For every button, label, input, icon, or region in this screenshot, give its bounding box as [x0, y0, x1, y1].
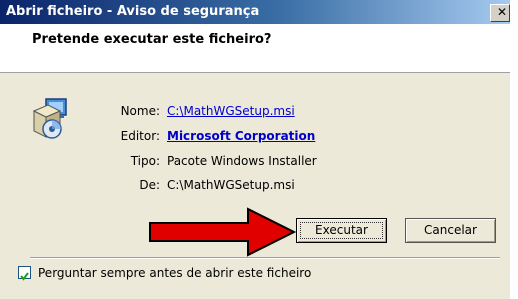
name-label: Nome: — [120, 104, 160, 118]
source-path-value: C:\MathWGSetup.msi — [167, 178, 295, 192]
always-ask-checkbox[interactable] — [18, 266, 31, 281]
separator — [30, 257, 500, 259]
red-arrow-icon — [149, 207, 297, 257]
windows-installer-package-icon — [32, 98, 67, 139]
title-bar[interactable]: Abrir ficheiro - Aviso de segurança ✕ — [0, 0, 510, 24]
type-label: Tipo: — [130, 154, 160, 168]
cancel-button[interactable]: Cancelar — [405, 218, 496, 243]
file-type-value: Pacote Windows Installer — [167, 154, 317, 168]
from-label: De: — [139, 178, 160, 192]
window-title: Abrir ficheiro - Aviso de segurança — [6, 4, 260, 19]
dialog-question: Pretende executar este ficheiro? — [32, 32, 272, 47]
close-button[interactable]: ✕ — [490, 4, 510, 22]
close-icon: ✕ — [497, 5, 508, 19]
publisher-label: Editor: — [120, 129, 160, 143]
run-button[interactable]: Executar — [296, 218, 387, 243]
background-strip — [510, 0, 518, 299]
publisher-link[interactable]: Microsoft Corporation — [167, 129, 315, 143]
file-name-link[interactable]: C:\MathWGSetup.msi — [167, 104, 295, 118]
checkmark-icon — [20, 272, 29, 281]
security-warning-dialog: Abrir ficheiro - Aviso de segurança ✕ Pr… — [0, 0, 510, 299]
always-ask-label[interactable]: Perguntar sempre antes de abrir este fic… — [38, 266, 311, 280]
